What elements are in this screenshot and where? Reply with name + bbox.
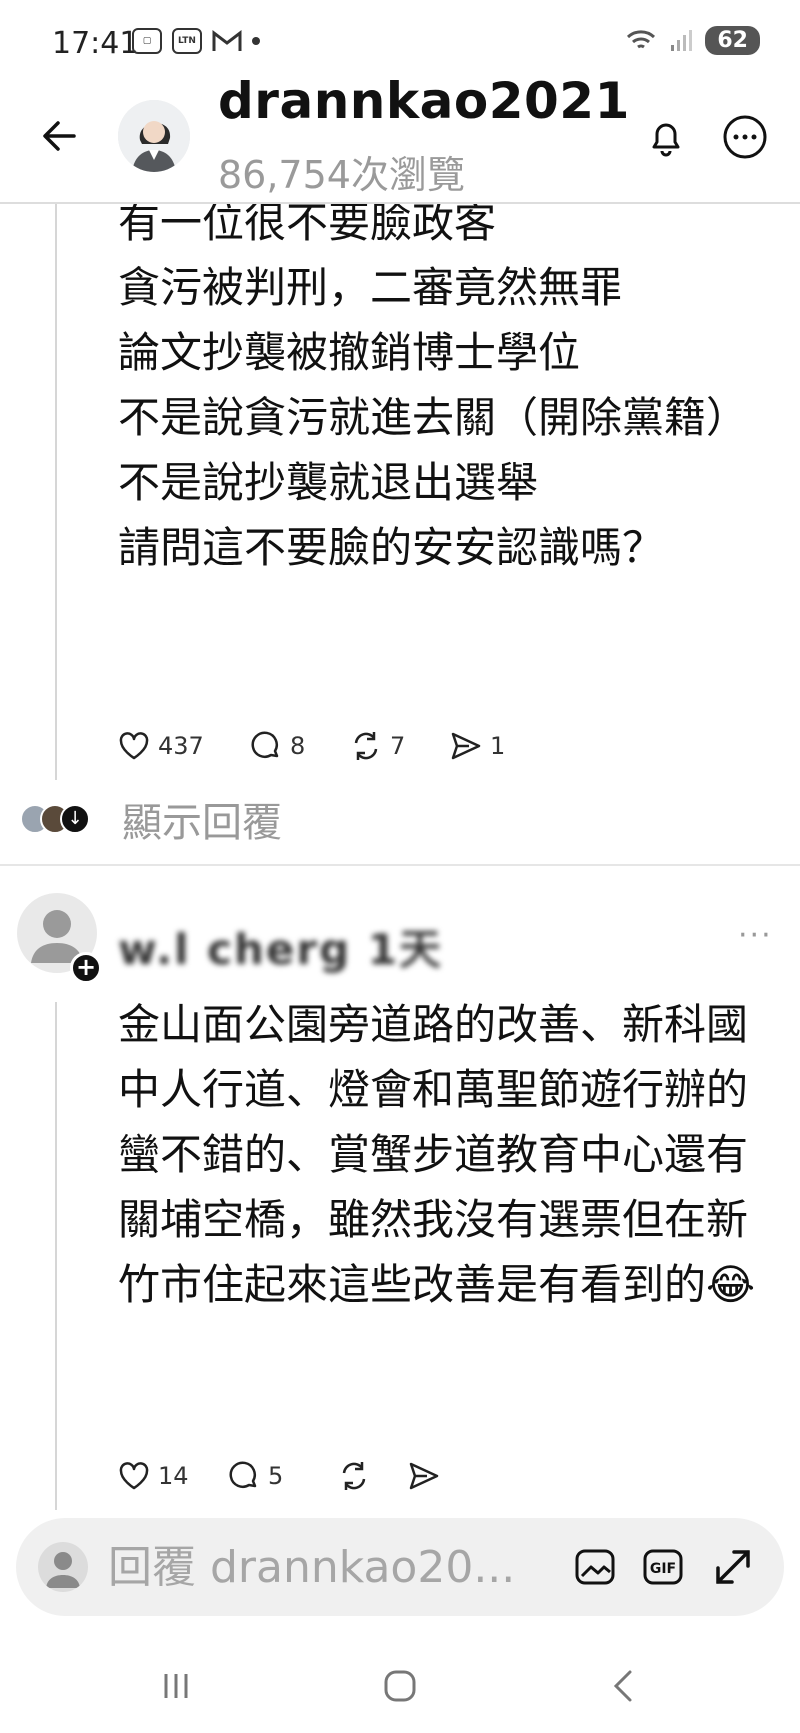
reply-input[interactable]	[108, 1538, 538, 1596]
gmail-icon	[212, 29, 242, 51]
post-body: 有一位很不要臉政客 貪污被判刑，二審竟然無罪 論文抄襲被撤銷博士學位 不是說貪污…	[118, 198, 749, 572]
author-avatar[interactable]	[118, 100, 190, 172]
repost-icon	[354, 732, 378, 760]
svg-text:GIF: GIF	[650, 1561, 676, 1577]
comment-button[interactable]: 8	[248, 728, 348, 764]
follow-plus-icon[interactable]: +	[70, 952, 102, 984]
more-options-icon[interactable]	[722, 114, 768, 160]
thread-line	[55, 1002, 57, 1510]
divider	[0, 864, 800, 866]
like-button[interactable]: 437	[116, 728, 236, 764]
like-count: 14	[158, 1462, 189, 1490]
heart-icon	[119, 1462, 149, 1490]
like-count: 437	[158, 732, 204, 760]
like-button[interactable]: 14	[116, 1458, 226, 1494]
status-notification-icons: ▢ LTN	[132, 28, 260, 54]
thread-header: drannkao2021 86,754次瀏覽	[0, 70, 800, 204]
share-button[interactable]: 1	[448, 728, 548, 764]
reply-composer: GIF	[16, 1518, 784, 1616]
repost-button[interactable]: 7	[348, 728, 448, 764]
recent-apps-icon[interactable]	[152, 1662, 200, 1710]
comment-button[interactable]: 5	[226, 1458, 336, 1494]
expand-icon[interactable]	[710, 1544, 756, 1590]
battery-level: 62	[705, 26, 760, 55]
comment-icon	[229, 1461, 257, 1488]
bell-icon[interactable]	[644, 116, 688, 160]
author-username[interactable]: drannkao2021	[218, 72, 630, 130]
wifi-icon	[627, 29, 656, 48]
show-replies-button[interactable]: ↓ 顯示回覆	[20, 790, 282, 848]
chevron-down-icon: ↓	[60, 804, 90, 834]
share-count: 1	[490, 732, 506, 760]
reply-actions: 14 5	[116, 1458, 476, 1494]
share-button[interactable]	[406, 1458, 476, 1494]
ltn-app-icon: LTN	[172, 28, 202, 54]
repost-icon	[342, 1462, 366, 1490]
signal-icon	[671, 29, 693, 51]
comment-icon	[251, 731, 279, 758]
send-icon	[451, 732, 481, 760]
send-icon	[409, 1462, 439, 1490]
status-system-icons: 62	[625, 26, 760, 55]
show-replies-label: 顯示回覆	[122, 800, 282, 846]
repost-button[interactable]	[336, 1458, 406, 1494]
reply-username[interactable]: w.l cherg 1天	[118, 916, 443, 977]
back-arrow-icon[interactable]	[38, 114, 82, 158]
current-user-avatar	[38, 1542, 88, 1592]
nav-back-icon[interactable]	[600, 1662, 648, 1710]
author-photo	[118, 100, 190, 172]
comment-count: 8	[290, 732, 306, 760]
repost-count: 7	[390, 732, 406, 760]
system-nav-bar	[0, 1640, 800, 1733]
default-user-icon	[46, 1552, 80, 1588]
reply-more-options-icon[interactable]: ···	[738, 918, 773, 953]
more-notifications-dot	[252, 37, 260, 45]
reply-avatars: ↓	[20, 804, 90, 834]
comment-count: 5	[268, 1462, 284, 1490]
home-icon[interactable]	[376, 1662, 424, 1710]
view-count: 86,754次瀏覽	[218, 153, 465, 197]
status-time: 17:41	[52, 26, 139, 61]
reply-body: 金山面公園旁道路的改善、新科國中人行道、燈會和萬聖節遊行辦的蠻不錯的、賞蟹步道教…	[118, 1000, 756, 1309]
screenshot-icon: ▢	[132, 28, 162, 54]
thread-line	[55, 204, 57, 780]
post-actions: 437 8 7 1	[116, 728, 548, 764]
gif-icon[interactable]: GIF	[640, 1544, 686, 1590]
image-icon[interactable]	[572, 1544, 618, 1590]
heart-icon	[119, 732, 149, 760]
